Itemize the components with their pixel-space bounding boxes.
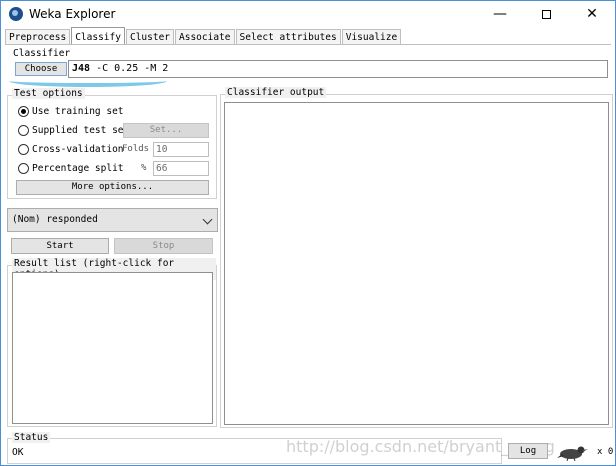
more-options-button[interactable]: More options... (16, 180, 209, 195)
close-button[interactable]: ✕ (569, 1, 615, 27)
log-button[interactable]: Log (508, 443, 548, 459)
stop-button[interactable]: Stop (114, 238, 213, 254)
test-options-title: Test options (12, 88, 85, 99)
radio-use-training-set[interactable]: Use training set (18, 104, 124, 118)
classifier-options: -C 0.25 -M 2 (90, 63, 169, 74)
set-button[interactable]: Set... (123, 123, 209, 138)
tab-cluster[interactable]: Cluster (125, 29, 175, 45)
maximize-icon (541, 9, 551, 19)
supplied-test-set-label: Supplied test set (32, 124, 130, 136)
window-title: Weka Explorer (29, 7, 116, 21)
task-count: x 0 (597, 447, 614, 457)
weka-explorer-window: Weka Explorer — ✕ Preprocess Classify Cl… (0, 0, 616, 466)
chevron-down-icon (202, 214, 213, 225)
radio-button-icon (18, 143, 29, 155)
classifier-output-panel: Classifier output (220, 87, 613, 428)
choose-button[interactable]: Choose (15, 62, 67, 76)
start-button[interactable]: Start (11, 238, 109, 254)
result-list-panel: Result list (right-click for options) (7, 258, 217, 427)
cross-validation-label: Cross-validation (32, 143, 124, 155)
tab-select-attributes[interactable]: Select attributes (235, 29, 341, 45)
tab-preprocess[interactable]: Preprocess (5, 29, 71, 45)
radio-percentage-split[interactable]: Percentage split (18, 161, 124, 175)
folds-label: Folds (122, 144, 150, 154)
minimize-button[interactable]: — (477, 1, 523, 27)
use-training-set-label: Use training set (32, 105, 124, 117)
status-label: Status (12, 432, 51, 443)
radio-cross-validation[interactable]: Cross-validation (18, 142, 124, 156)
status-text: OK (12, 447, 24, 458)
percent-input[interactable]: 66 (153, 161, 209, 176)
highlight-annotation (9, 75, 167, 87)
tab-visualize[interactable]: Visualize (341, 29, 402, 45)
weka-app-icon (9, 7, 23, 21)
radio-supplied-test-set[interactable]: Supplied test set (18, 123, 129, 137)
tab-associate[interactable]: Associate (175, 29, 235, 45)
weka-bird-icon (557, 446, 588, 461)
title-bar[interactable]: Weka Explorer — ✕ (1, 1, 615, 27)
tab-divider (5, 44, 611, 45)
classifier-name: J48 (72, 63, 91, 74)
classifier-output-title: Classifier output (225, 87, 327, 98)
tab-classify[interactable]: Classify (71, 27, 125, 45)
status-panel: Status OK (7, 432, 502, 464)
radio-button-icon (18, 162, 29, 174)
radio-button-icon (18, 105, 29, 117)
classifier-section-label: Classifier (13, 48, 71, 59)
maximize-button[interactable] (523, 1, 569, 27)
test-options-panel: Test options Use training set Supplied t… (7, 88, 217, 199)
percentage-split-label: Percentage split (32, 162, 124, 174)
tab-bar: Preprocess Classify Cluster Associate Se… (5, 27, 402, 45)
class-attribute-select[interactable]: (Nom) responded (7, 208, 218, 232)
folds-input[interactable]: 10 (153, 142, 209, 157)
classifier-output-area[interactable] (224, 102, 609, 425)
result-list[interactable] (12, 272, 213, 424)
radio-button-icon (18, 124, 29, 136)
percent-label: % (141, 163, 147, 173)
class-attribute-value: (Nom) responded (12, 214, 98, 225)
